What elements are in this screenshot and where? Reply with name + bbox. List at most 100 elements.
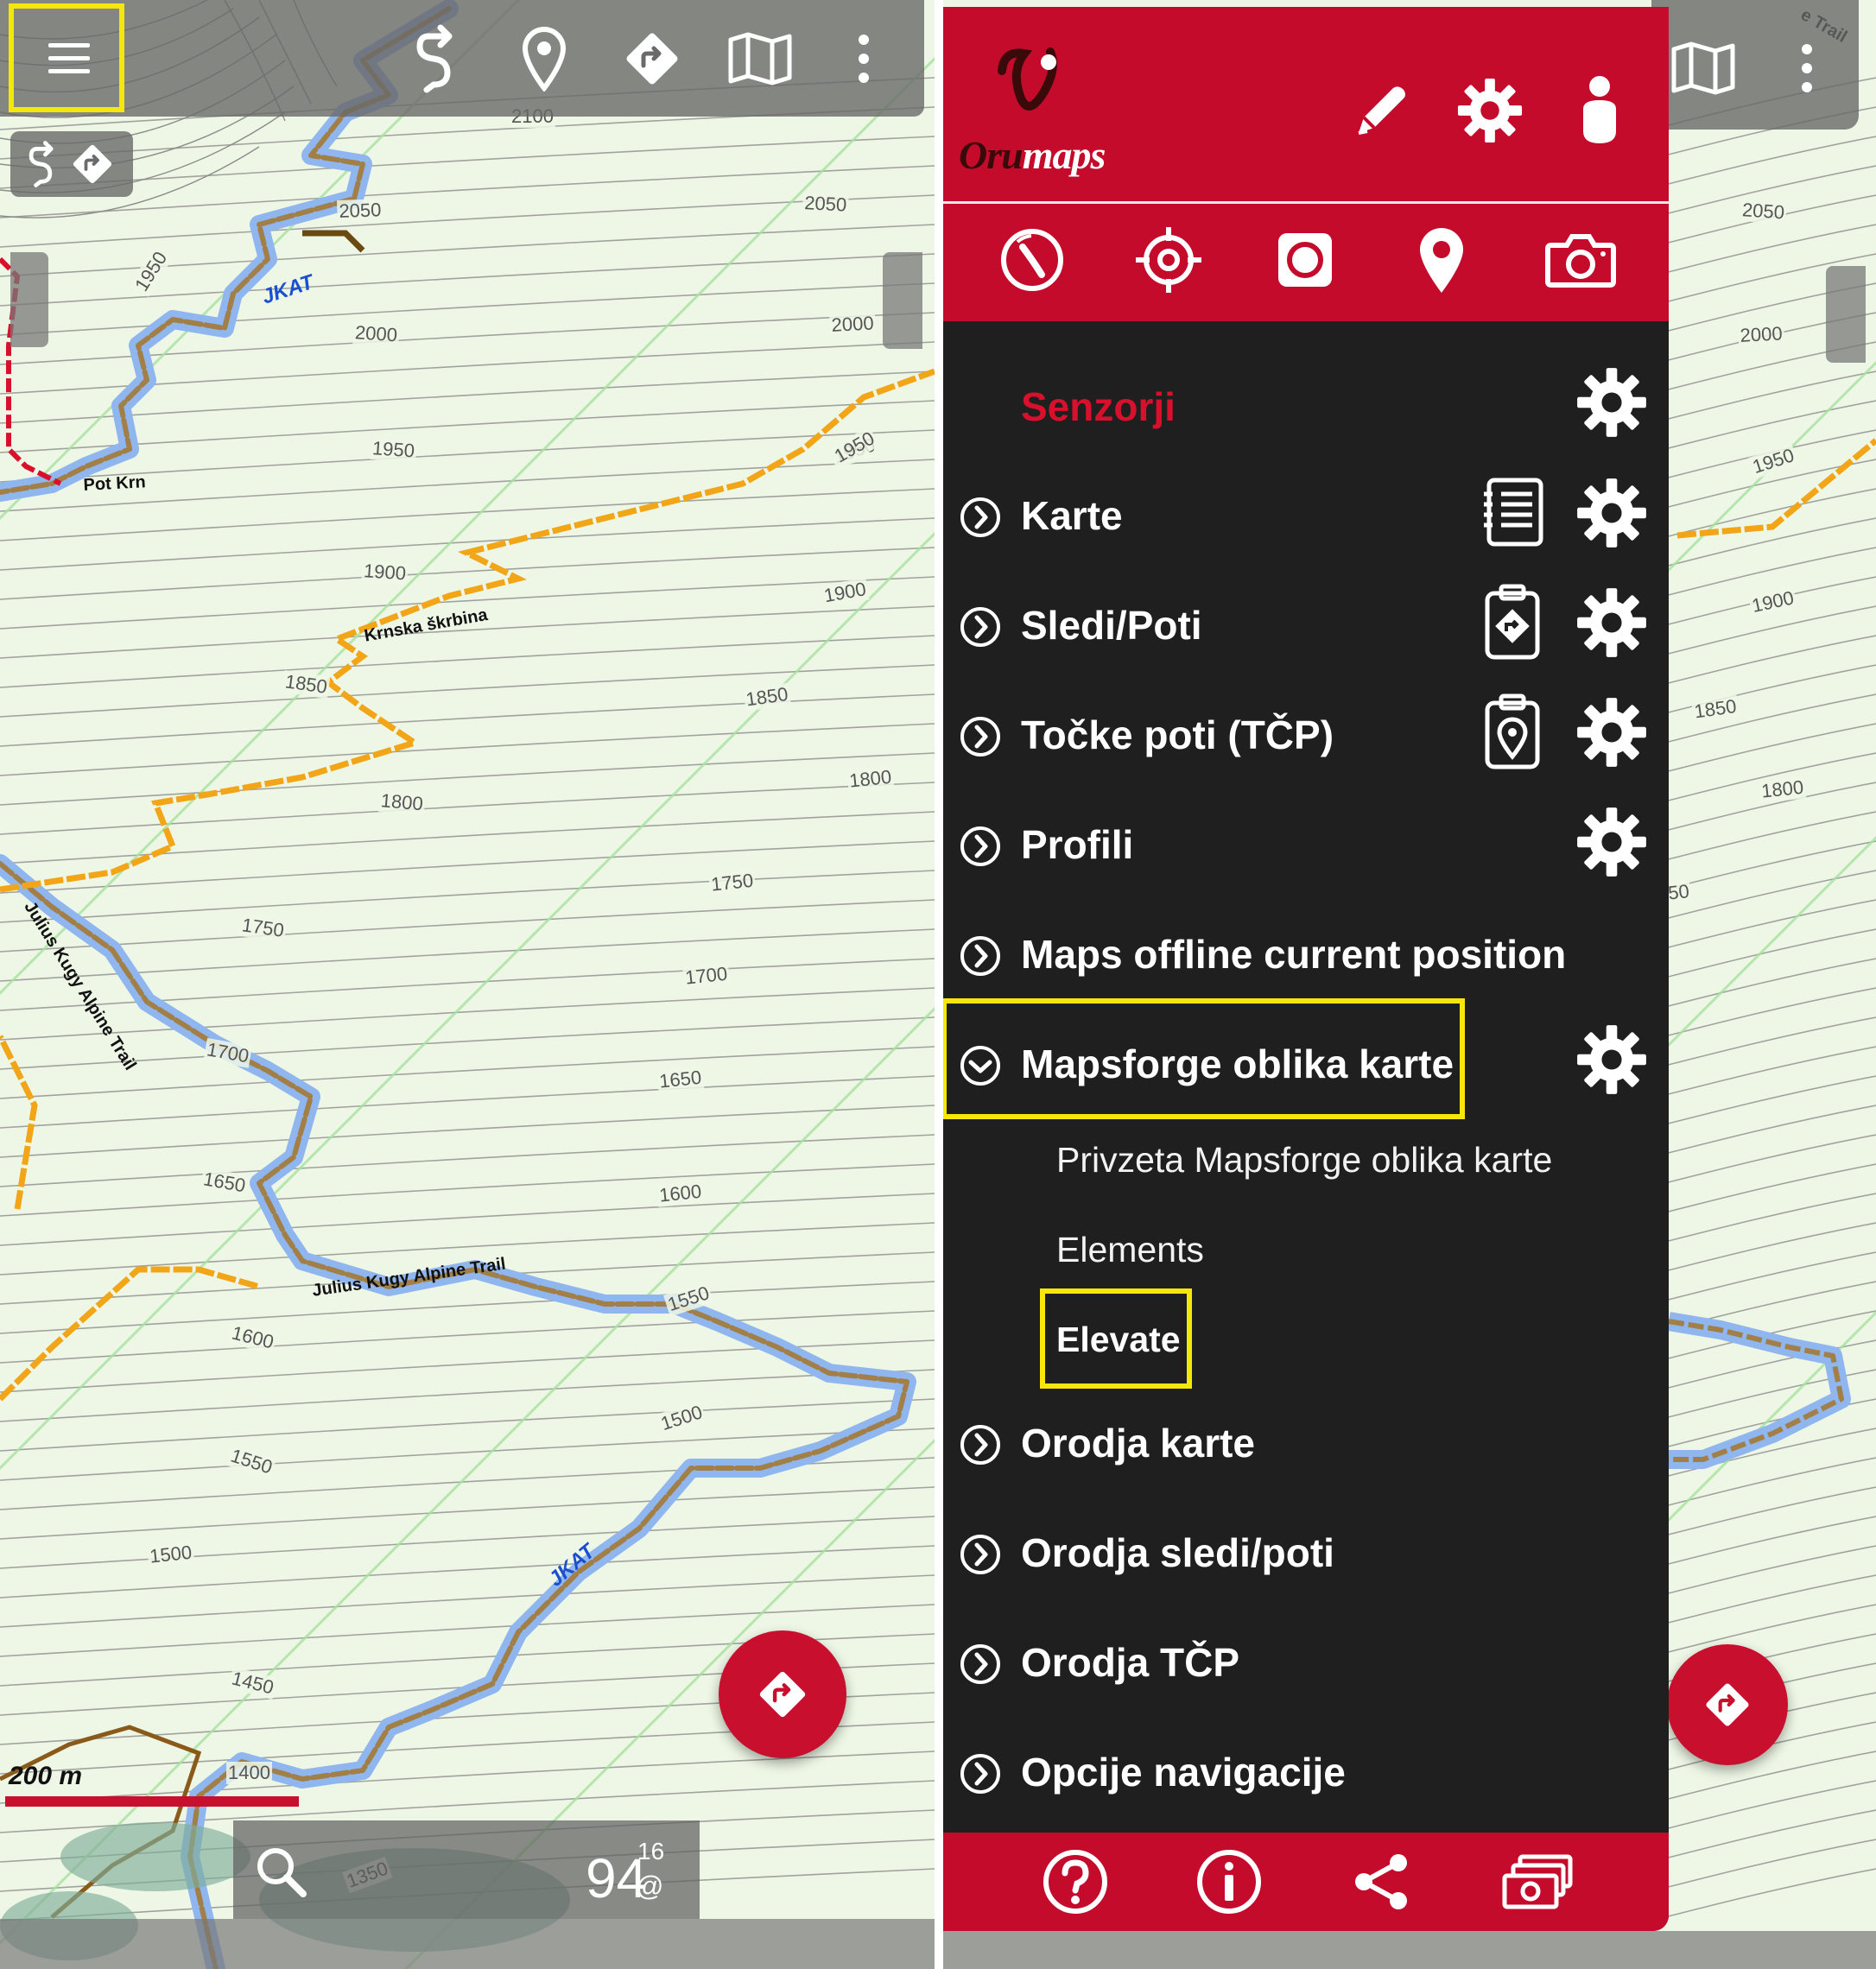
map-pin-icon [522, 26, 567, 92]
drawer-footer [943, 1833, 1669, 1931]
left-edge-handle[interactable] [10, 252, 48, 347]
gear-icon[interactable] [1575, 806, 1648, 878]
gear-icon [1457, 78, 1523, 143]
record-button[interactable] [1266, 221, 1344, 299]
info-icon [1197, 1850, 1261, 1914]
edit-button[interactable] [1342, 67, 1420, 154]
menu-item-label: Karte [1021, 493, 1123, 538]
help-icon [1043, 1850, 1107, 1914]
brand-first: Oru [959, 133, 1024, 177]
chevron-right-icon [960, 936, 1000, 976]
menu-item-maps-offline[interactable]: Maps offline current position [943, 909, 1669, 995]
brand-wordmark: Orumaps [959, 132, 1106, 178]
navigation-fab[interactable] [719, 1630, 846, 1758]
navigation-drawer: Orumaps Senzorji Karte Sledi/Poti Točke … [943, 7, 1669, 1931]
waypoint-button[interactable] [1403, 219, 1480, 301]
menu-item-karte[interactable]: Karte [943, 470, 1669, 556]
folded-map-icon [728, 32, 792, 85]
brand-second: maps [1022, 133, 1106, 177]
bottom-status-strip [943, 1931, 1876, 1969]
map-label: 1800 [377, 789, 426, 816]
map-label: 2000 [1738, 322, 1785, 347]
logo-mark-icon [998, 47, 1057, 111]
camera-icon [1545, 234, 1616, 288]
route-planner-button[interactable] [397, 9, 475, 108]
menu-item-opcije-navigacije[interactable]: Opcije navigacije [943, 1726, 1669, 1813]
locate-button[interactable] [1130, 221, 1207, 299]
directions-icon [73, 144, 112, 184]
map-label: 2050 [802, 192, 849, 217]
map-label: 1600 [656, 1180, 705, 1207]
help-button[interactable] [1036, 1843, 1114, 1921]
overflow-menu-button[interactable] [833, 9, 894, 108]
clipboard-route-icon[interactable] [1482, 583, 1543, 661]
drawer-quick-actions [943, 204, 1669, 321]
menu-item-profili[interactable]: Profili [943, 799, 1669, 885]
map-label: 2000 [352, 321, 400, 347]
clipboard-pin-icon[interactable] [1482, 693, 1543, 770]
left-map-panel[interactable]: 2100205020502000200019501950195019001900… [0, 0, 935, 1969]
map-label: 1750 [708, 869, 757, 896]
chevron-right-icon [960, 1754, 1000, 1794]
menu-item-tocke-poti[interactable]: Točke poti (TČP) [943, 689, 1669, 776]
chevron-right-icon [960, 1535, 1000, 1574]
map-label: 1500 [147, 1541, 195, 1568]
gear-icon[interactable] [1575, 586, 1648, 659]
menu-item-orodja-sledi[interactable]: Orodja sledi/poti [943, 1507, 1669, 1593]
map-label: 1800 [1759, 776, 1807, 803]
route-mini-toolbar[interactable] [10, 131, 133, 197]
chevron-right-icon [960, 826, 1000, 866]
gear-icon[interactable] [1575, 696, 1648, 769]
directions-icon [626, 33, 678, 84]
app-logo [995, 45, 1068, 127]
elevate-highlight [1040, 1288, 1192, 1389]
section-title-sensors: Senzorji [1021, 384, 1176, 429]
menu-item-label: Orodja TČP [1021, 1640, 1240, 1685]
drawer-header: Orumaps [943, 7, 1669, 204]
folded-map-icon [1671, 41, 1735, 95]
camera-button[interactable] [1539, 221, 1622, 299]
subitem-default-theme[interactable]: Privzeta Mapsforge oblika karte [1056, 1140, 1552, 1181]
chevron-right-icon [960, 607, 1000, 647]
sensors-settings-button[interactable] [1575, 366, 1648, 443]
share-icon [1355, 1854, 1407, 1909]
map-label: 50 [1665, 880, 1693, 905]
info-button[interactable] [1190, 1843, 1268, 1921]
gear-icon [1577, 368, 1646, 437]
map-label: 1950 [370, 437, 417, 463]
zoom-symbol: @ [636, 1871, 664, 1902]
list-icon[interactable] [1480, 477, 1546, 548]
panel-divider [935, 0, 943, 1969]
navigation-button[interactable] [613, 9, 691, 108]
right-edge-handle[interactable] [883, 252, 922, 349]
chevron-right-icon [960, 717, 1000, 757]
gear-icon[interactable] [1575, 1023, 1648, 1096]
menu-item-sledi-poti[interactable]: Sledi/Poti [943, 579, 1669, 666]
menu-item-orodja-karte[interactable]: Orodja karte [943, 1397, 1669, 1484]
map-label: 1400 [226, 1762, 272, 1784]
gear-icon[interactable] [1575, 477, 1648, 549]
profile-button[interactable] [1565, 67, 1634, 154]
subitem-elements[interactable]: Elements [1056, 1230, 1204, 1270]
scale-label: 200 m [9, 1762, 83, 1790]
menu-item-label: Orodja sledi/poti [1021, 1530, 1334, 1575]
waypoint-button[interactable] [505, 9, 583, 108]
map-layers-button[interactable] [721, 9, 799, 108]
search-button[interactable] [242, 1833, 320, 1910]
map-label: 2000 [829, 312, 877, 337]
share-button[interactable] [1342, 1843, 1420, 1921]
chevron-right-icon [960, 1425, 1000, 1465]
donate-icon [1502, 1854, 1573, 1909]
mapsforge-highlight [943, 998, 1465, 1119]
chevron-right-icon [960, 497, 1000, 537]
menu-item-orodja-tcp[interactable]: Orodja TČP [943, 1617, 1669, 1703]
compass-icon [1001, 229, 1063, 291]
map-toolbar [0, 0, 924, 117]
map-label: 2050 [337, 199, 383, 223]
donate-button[interactable] [1496, 1843, 1579, 1921]
route-s-icon [29, 141, 54, 187]
settings-button[interactable] [1451, 67, 1529, 154]
compass-button[interactable] [993, 221, 1071, 299]
map-label: 1800 [846, 765, 895, 793]
crosshair-icon [1136, 227, 1201, 293]
